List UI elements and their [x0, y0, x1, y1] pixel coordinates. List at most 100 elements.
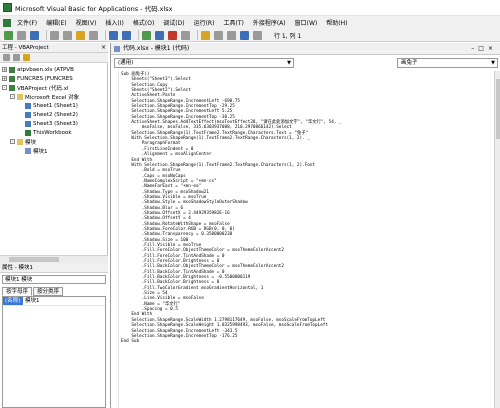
menu-help[interactable]: 帮助(H): [326, 18, 347, 27]
cursor-position: 行 1, 列 1: [274, 32, 302, 40]
object-select[interactable]: (通用) ▼: [114, 58, 294, 68]
cut-icon[interactable]: [50, 30, 59, 40]
properties-grid: (名称) 模块1: [2, 296, 106, 408]
properties-window-icon[interactable]: [214, 30, 223, 40]
expand-icon[interactable]: +: [2, 67, 7, 72]
tree-item-label: Sheet3 (Sheet3): [33, 120, 78, 127]
tab-categorized[interactable]: 按分类序: [33, 287, 64, 296]
menu-bar: 文件(F) 编辑(E) 视图(V) 插入(I) 格式(O) 调试(D) 运行(R…: [0, 16, 500, 29]
collapse-icon[interactable]: -: [10, 139, 15, 144]
toolbar-separator: [138, 30, 139, 40]
tree-item-sheet3[interactable]: Sheet3 (Sheet3): [25, 119, 78, 128]
toolbox-icon[interactable]: [240, 30, 249, 40]
tree-item-funcres[interactable]: + FUNCRES (FUNCRES: [2, 74, 73, 83]
title-bar: Microsoft Visual Basic for Applications …: [0, 0, 500, 16]
close-icon[interactable]: ×: [101, 43, 106, 53]
menu-view[interactable]: 视图(V): [76, 18, 97, 27]
project-tree: + atpvbaen.xls (ATPVB + FUNCRES (FUNCRES…: [0, 63, 108, 255]
menu-tools[interactable]: 工具(T): [223, 18, 243, 27]
excel-logo-icon[interactable]: [3, 18, 11, 27]
property-row[interactable]: (名称) 模块1: [3, 297, 105, 306]
tree-item-excel-objects[interactable]: - Microsoft Excel 对象: [10, 92, 79, 101]
menu-edit[interactable]: 编辑(E): [46, 18, 66, 27]
tree-item-label: ThisWorkbook: [33, 129, 72, 136]
find-icon[interactable]: [89, 30, 98, 40]
worksheet-icon: [25, 111, 31, 118]
project-tree-scrollbar[interactable]: [0, 255, 108, 263]
property-name: (名称): [3, 297, 23, 305]
copy-icon[interactable]: [63, 30, 72, 40]
folder-icon: [17, 93, 23, 100]
menu-window[interactable]: 窗口(W): [295, 18, 318, 27]
tree-item-label: Microsoft Excel 对象: [25, 94, 80, 101]
vba-project-icon: [9, 84, 15, 91]
tree-item-label: FUNCRES (FUNCRES: [17, 75, 73, 82]
object-browser-icon[interactable]: [227, 30, 236, 40]
worksheet-icon: [25, 120, 31, 127]
tab-alphabetic[interactable]: 按字母序: [2, 287, 33, 296]
project-explorer-icon[interactable]: [201, 30, 210, 40]
properties-object-select[interactable]: 模块1 模块: [2, 275, 106, 284]
toolbar-separator: [197, 30, 198, 40]
view-code-icon[interactable]: [3, 54, 10, 61]
code-margin[interactable]: [111, 71, 119, 408]
tree-item-module1[interactable]: 模块1: [25, 146, 48, 155]
reset-icon[interactable]: [168, 30, 177, 40]
undo-icon[interactable]: [109, 30, 118, 40]
excel-vba-icon: [3, 3, 12, 12]
properties-tabs: 按字母序 按分类序: [2, 287, 64, 296]
module-icon: [114, 46, 120, 52]
menu-debug[interactable]: 调试(D): [163, 18, 184, 27]
chevron-down-icon[interactable]: ▼: [491, 59, 495, 68]
collapse-icon[interactable]: -: [2, 85, 7, 90]
insert-module-icon[interactable]: [17, 30, 26, 40]
window-controls[interactable]: –□×: [471, 43, 497, 55]
tree-item-label: Sheet2 (Sheet2): [33, 111, 78, 118]
tree-item-label: atpvbaen.xls (ATPVB: [17, 66, 74, 73]
code-editor[interactable]: Sub 画兔子() Sheets("Sheet3").Select Select…: [111, 71, 495, 408]
procedure-select[interactable]: 画兔子 ▼: [397, 58, 498, 68]
menu-file[interactable]: 文件(F): [17, 18, 37, 27]
tree-item-sheet2[interactable]: Sheet2 (Sheet2): [25, 110, 78, 119]
properties-pane-title: 属性 - 模块1: [0, 263, 108, 273]
menu-format[interactable]: 格式(O): [133, 18, 154, 27]
paste-icon[interactable]: [76, 30, 85, 40]
vba-project-icon: [9, 75, 15, 82]
chevron-down-icon[interactable]: ▼: [287, 59, 291, 68]
collapse-icon[interactable]: -: [10, 94, 15, 99]
vba-project-icon: [9, 66, 15, 73]
code-window-title: 代码.xlsx - 模块1 (代码) –□×: [111, 43, 500, 55]
code-vertical-scrollbar[interactable]: [494, 71, 500, 408]
project-pane-toolbar: [0, 53, 108, 63]
workbook-icon: [25, 129, 31, 136]
property-value[interactable]: 模块1: [23, 297, 40, 305]
standard-toolbar: 行 1, 列 1: [0, 29, 500, 42]
redo-icon[interactable]: [122, 30, 131, 40]
help-icon[interactable]: [253, 30, 262, 40]
run-icon[interactable]: [142, 30, 151, 40]
design-mode-icon[interactable]: [181, 30, 190, 40]
scrollbar-thumb[interactable]: [9, 257, 59, 262]
view-excel-icon[interactable]: [4, 30, 13, 40]
project-pane-title: 工程 - VBAProject ×: [0, 43, 108, 53]
tree-item-modules[interactable]: - 模块: [10, 137, 36, 146]
menu-insert[interactable]: 插入(I): [105, 18, 123, 27]
tree-item-thisworkbook[interactable]: ThisWorkbook: [25, 128, 72, 137]
module-icon: [25, 147, 31, 154]
menu-addins[interactable]: 外接程序(A): [253, 18, 286, 27]
worksheet-icon: [25, 102, 31, 109]
code-text[interactable]: Sub 画兔子() Sheets("Sheet3").Select Select…: [121, 72, 342, 345]
tree-item-atpvbaen[interactable]: + atpvbaen.xls (ATPVB: [2, 65, 74, 74]
expand-icon[interactable]: +: [2, 76, 7, 81]
menu-run[interactable]: 运行(R): [194, 18, 215, 27]
code-window: 代码.xlsx - 模块1 (代码) –□× (通用) ▼ 画兔子 ▼ Sub …: [110, 43, 500, 408]
scrollbar-thumb[interactable]: [496, 79, 500, 139]
save-icon[interactable]: [30, 30, 39, 40]
folder-icon: [17, 138, 23, 145]
tree-item-vbaproject[interactable]: - VBAProject (代码.xl: [2, 83, 69, 92]
tree-item-sheet1[interactable]: Sheet1 (Sheet1): [25, 101, 78, 110]
toggle-folders-icon[interactable]: [23, 54, 30, 61]
tree-item-label: 模块1: [33, 148, 48, 155]
break-icon[interactable]: [155, 30, 164, 40]
view-object-icon[interactable]: [13, 54, 20, 61]
